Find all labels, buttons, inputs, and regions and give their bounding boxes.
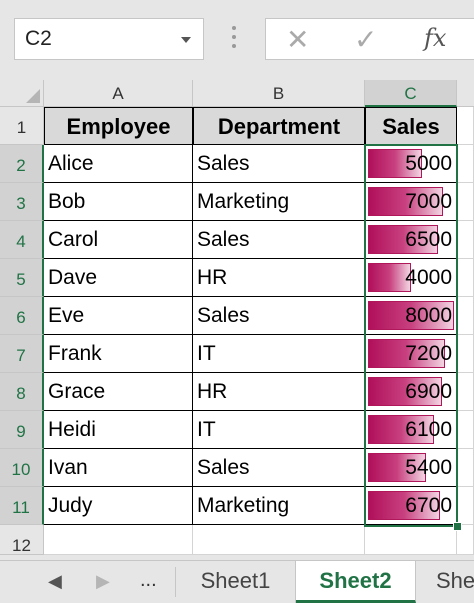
department-cell[interactable]: Marketing xyxy=(193,183,365,221)
check-icon[interactable]: ✓ xyxy=(354,23,377,56)
fill-handle[interactable] xyxy=(453,522,462,531)
header-cell-employee[interactable]: Employee xyxy=(44,107,193,145)
row-header[interactable]: 3 xyxy=(0,183,44,221)
empty-cell[interactable] xyxy=(457,373,474,411)
sales-value: 7200 xyxy=(405,342,452,365)
row-header[interactable]: 9 xyxy=(0,411,44,449)
column-header-a[interactable]: A xyxy=(44,80,193,107)
sales-cell[interactable]: 6500 xyxy=(365,221,457,259)
department-cell[interactable]: Sales xyxy=(193,297,365,335)
employee-cell[interactable]: Eve xyxy=(44,297,193,335)
prev-sheet-icon[interactable]: ◀ xyxy=(48,571,62,592)
more-sheets-button[interactable]: ... xyxy=(140,569,157,592)
empty-cell[interactable] xyxy=(193,525,365,555)
next-sheet-icon[interactable]: ▶ xyxy=(96,571,110,592)
empty-cell[interactable] xyxy=(457,487,474,525)
formula-bar-grip-icon xyxy=(232,26,236,52)
insert-function-icon[interactable]: fx xyxy=(424,24,446,52)
employee-cell[interactable]: Dave xyxy=(44,259,193,297)
formula-input[interactable]: ✕ ✓ fx xyxy=(265,18,474,60)
employee-cell[interactable]: Ivan xyxy=(44,449,193,487)
employee-cell[interactable]: Heidi xyxy=(44,411,193,449)
sales-cell[interactable]: 6700 xyxy=(365,487,457,525)
department-cell[interactable]: Sales xyxy=(193,449,365,487)
formula-bar-area: C2 ✕ ✓ fx xyxy=(0,0,474,80)
sales-cell[interactable]: 5400 xyxy=(365,449,457,487)
department-cell[interactable]: Sales xyxy=(193,221,365,259)
sales-value: 6500 xyxy=(405,228,452,251)
empty-cell[interactable] xyxy=(457,411,474,449)
employee-cell[interactable]: Grace xyxy=(44,373,193,411)
employee-cell[interactable]: Alice xyxy=(44,145,193,183)
employee-cell[interactable]: Bob xyxy=(44,183,193,221)
empty-cell[interactable] xyxy=(457,449,474,487)
sales-value: 4000 xyxy=(405,266,452,289)
row-header[interactable]: 6 xyxy=(0,297,44,335)
empty-cell[interactable] xyxy=(457,259,474,297)
row-header[interactable]: 2 xyxy=(0,145,44,183)
sales-value: 8000 xyxy=(405,304,452,327)
empty-cell[interactable] xyxy=(457,145,474,183)
row-header[interactable]: 12 xyxy=(0,525,44,555)
tab-sheet2[interactable]: Sheet2 xyxy=(296,561,416,603)
department-cell[interactable]: IT xyxy=(193,411,365,449)
empty-cell[interactable] xyxy=(457,183,474,221)
empty-cell[interactable] xyxy=(457,221,474,259)
employee-cell[interactable]: Judy xyxy=(44,487,193,525)
empty-cell[interactable] xyxy=(365,525,457,555)
sales-cell[interactable]: 6100 xyxy=(365,411,457,449)
department-cell[interactable]: IT xyxy=(193,335,365,373)
sales-cell[interactable]: 5000 xyxy=(365,145,457,183)
department-cell[interactable]: HR xyxy=(193,259,365,297)
header-cell-department[interactable]: Department xyxy=(193,107,365,145)
row-header[interactable]: 11 xyxy=(0,487,44,525)
row-header[interactable]: 8 xyxy=(0,373,44,411)
empty-cell[interactable] xyxy=(457,297,474,335)
department-cell[interactable]: Sales xyxy=(193,145,365,183)
row-header[interactable]: 10 xyxy=(0,449,44,487)
empty-cell[interactable] xyxy=(457,107,474,145)
row-header[interactable]: 5 xyxy=(0,259,44,297)
header-cell-sales[interactable]: Sales xyxy=(365,107,457,145)
column-header-c[interactable]: C xyxy=(365,80,457,107)
row-header[interactable]: 7 xyxy=(0,335,44,373)
x-icon[interactable]: ✕ xyxy=(286,23,309,56)
column-header-b[interactable]: B xyxy=(193,80,365,107)
name-box-value: C2 xyxy=(25,27,52,50)
department-cell[interactable]: Marketing xyxy=(193,487,365,525)
sheet-tab-bar: ◀ ▶ ... Sheet1 Sheet2 She xyxy=(0,560,474,603)
sales-cell[interactable]: 7000 xyxy=(365,183,457,221)
department-cell[interactable]: HR xyxy=(193,373,365,411)
sales-cell[interactable]: 6900 xyxy=(365,373,457,411)
sales-value: 7000 xyxy=(405,190,452,213)
employee-cell[interactable]: Carol xyxy=(44,221,193,259)
empty-cell[interactable] xyxy=(457,335,474,373)
row-header[interactable]: 1 xyxy=(0,107,44,145)
name-box[interactable]: C2 xyxy=(14,18,204,60)
select-all-corner[interactable] xyxy=(0,80,44,107)
column-header-d[interactable] xyxy=(457,80,474,107)
sales-value: 6100 xyxy=(405,418,452,441)
row-header[interactable]: 4 xyxy=(0,221,44,259)
sales-value: 6700 xyxy=(405,494,452,517)
chevron-down-icon[interactable] xyxy=(181,37,191,43)
tab-sheet1[interactable]: Sheet1 xyxy=(176,561,296,603)
sales-value: 6900 xyxy=(405,380,452,403)
empty-cell[interactable] xyxy=(44,525,193,555)
sales-value: 5400 xyxy=(405,456,452,479)
sales-cell[interactable]: 8000 xyxy=(365,297,457,335)
sales-cell[interactable]: 4000 xyxy=(365,259,457,297)
employee-cell[interactable]: Frank xyxy=(44,335,193,373)
sales-cell[interactable]: 7200 xyxy=(365,335,457,373)
tab-sheet3[interactable]: She xyxy=(416,561,474,603)
sales-value: 5000 xyxy=(405,152,452,175)
